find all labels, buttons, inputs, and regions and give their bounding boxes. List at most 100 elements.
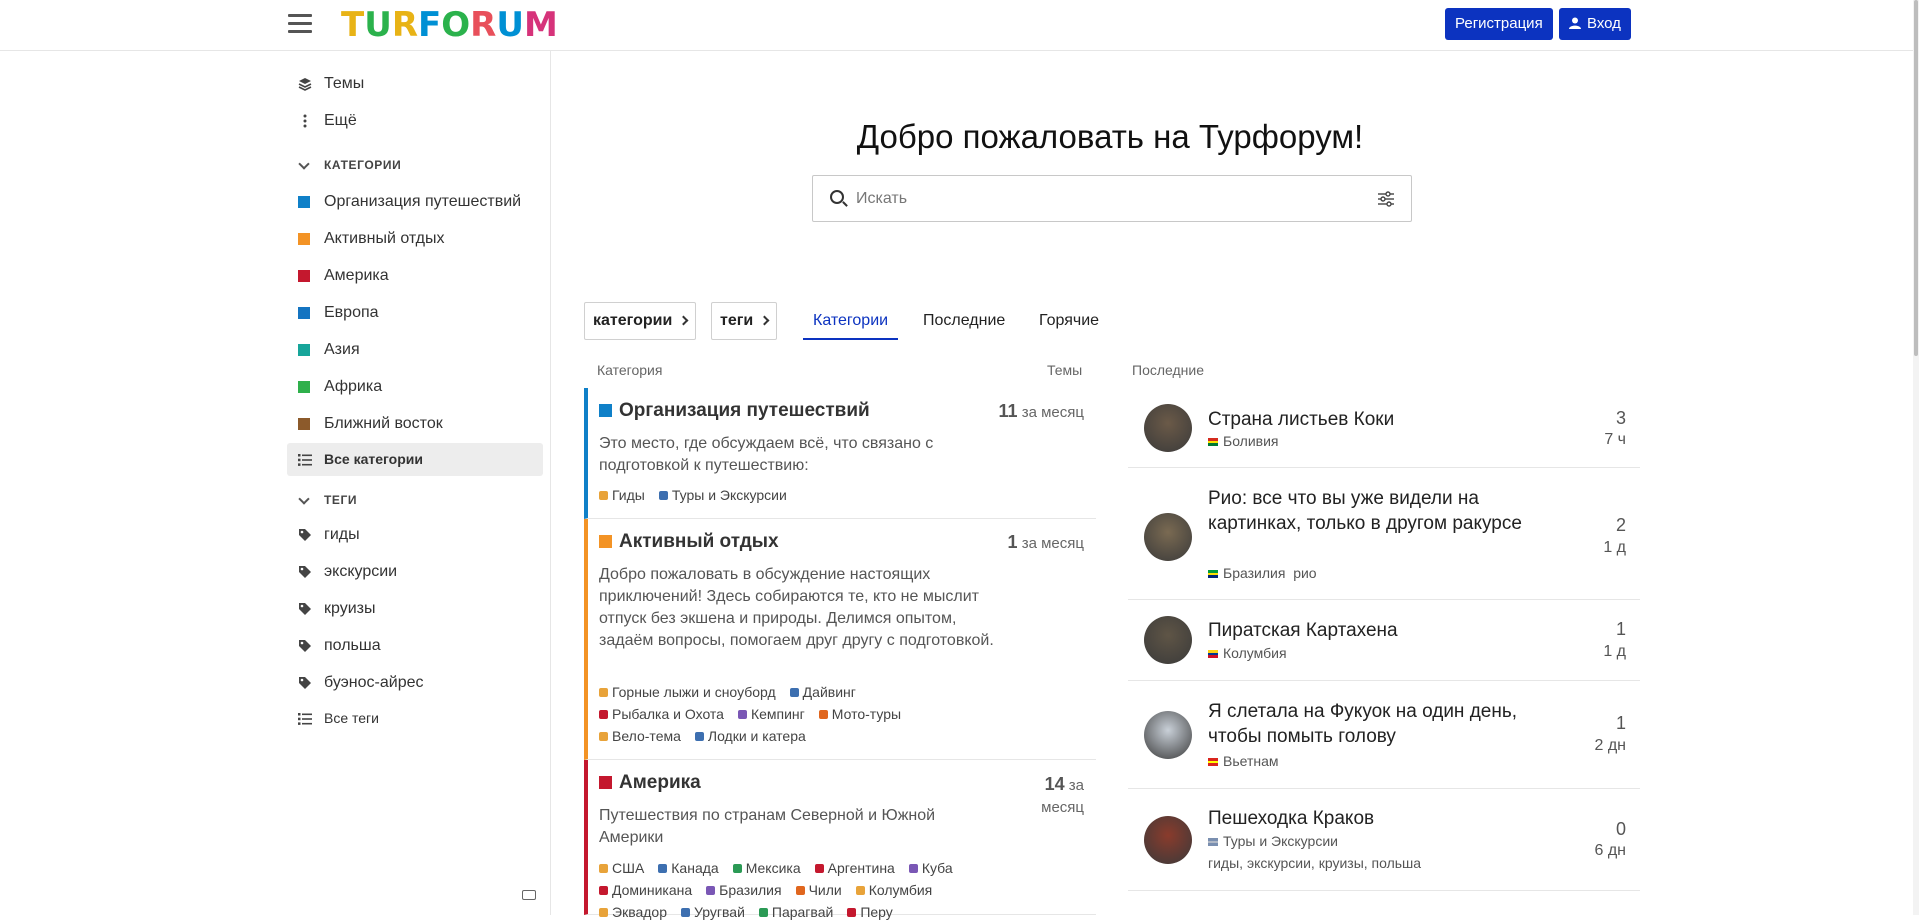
topic-tags[interactable]: гиды, экскурсии, круизы, польша (1208, 855, 1421, 871)
flag-icon (1208, 838, 1218, 846)
sidebar-item-category[interactable]: Африка (287, 370, 543, 403)
tab-hot[interactable]: Горячие (1029, 304, 1109, 340)
subcategory-line: США Канада Мексика Аргентина Куба (599, 857, 1009, 879)
page-scrollbar[interactable] (1913, 0, 1919, 915)
category-row[interactable]: Организация путешествий 11 за месяц Это ме… (584, 388, 1096, 519)
category-row[interactable]: Америка 14 за месяц Путешествия по странам… (584, 760, 1096, 920)
sidebar-item-tag[interactable]: гиды (287, 518, 543, 551)
subcategory-link[interactable]: Аргентина (814, 860, 895, 876)
topic-row[interactable]: Рио: все что вы уже видели на картинках,… (1128, 468, 1640, 600)
sidebar-item-tag[interactable]: буэнос-айрес (287, 666, 543, 699)
logo-letter: R (391, 5, 418, 45)
topic-title[interactable]: Страна листьев Коки (1208, 407, 1538, 432)
topic-tags[interactable]: рио (1293, 565, 1316, 581)
topic-title[interactable]: Пиратская Картахена (1208, 618, 1538, 643)
subcategory-link[interactable]: Канада (658, 860, 719, 876)
keyboard-icon[interactable] (522, 890, 536, 900)
subcategory-label: Чили (808, 882, 842, 898)
subcategory-link[interactable]: США (599, 860, 644, 876)
scrollbar-thumb[interactable] (1914, 0, 1918, 356)
sidebar-item-tag[interactable]: круизы (287, 592, 543, 625)
sidebar-item-category[interactable]: Азия (287, 333, 543, 366)
topic-age[interactable]: 1 д (1603, 539, 1626, 557)
sidebar-item-category[interactable]: Ближний восток (287, 407, 543, 440)
topic-title[interactable]: Рио: все что вы уже видели на картинках,… (1208, 486, 1538, 536)
topic-title[interactable]: Пешеходка Краков (1208, 806, 1538, 831)
subcategory-link[interactable]: Чили (795, 882, 842, 898)
topic-age[interactable]: 6 дн (1594, 842, 1626, 860)
subcategory-link[interactable]: Куба (908, 860, 953, 876)
sidebar-item-tag[interactable]: экскурсии (287, 555, 543, 588)
category-color-badge (298, 381, 310, 393)
search-box[interactable] (812, 175, 1412, 222)
avatar[interactable] (1144, 616, 1192, 664)
category-title[interactable]: Америка (599, 772, 701, 794)
sidebar-item-category[interactable]: Активный отдых (287, 222, 543, 255)
logo-letter: M (523, 5, 558, 45)
subcategory-link[interactable]: Туры и Экскурсии (658, 487, 787, 503)
subcategory-link[interactable]: Мото-туры (818, 706, 901, 722)
sidebar-item-category[interactable]: Америка (287, 259, 543, 292)
subcategory-link[interactable]: Перу (847, 904, 893, 920)
sidebar-item-all-categories[interactable]: Все категории (287, 443, 543, 476)
topic-age[interactable]: 7 ч (1604, 431, 1626, 449)
avatar[interactable] (1144, 513, 1192, 561)
subcategory-icon (658, 864, 668, 873)
sidebar-item-category[interactable]: Европа (287, 296, 543, 329)
tab-categories[interactable]: Категории (803, 304, 899, 340)
tags-filter-button[interactable]: теги (711, 302, 778, 340)
categories-section-toggle[interactable]: КАТЕГОРИИ (287, 153, 401, 177)
subcategory-link[interactable]: Рыбалка и Охота (599, 706, 724, 722)
category-title[interactable]: Организация путешествий (599, 400, 870, 422)
menu-icon[interactable] (288, 14, 312, 36)
filter-sliders-icon[interactable] (1378, 191, 1394, 207)
subcategory-link[interactable]: Вело-тема (599, 728, 681, 744)
tag-icon (299, 603, 311, 615)
sidebar-item-category[interactable]: Организация путешествий (287, 185, 543, 218)
site-logo[interactable]: TURFORUM (341, 5, 558, 45)
subcategory-link[interactable]: Парагвай (758, 904, 833, 920)
tags-section-toggle[interactable]: ТЕГИ (287, 488, 357, 512)
sidebar-item-more[interactable]: Ещё (287, 104, 543, 137)
search-input[interactable] (856, 186, 1356, 212)
sidebar-item-tag[interactable]: польша (287, 629, 543, 662)
category-row[interactable]: Активный отдых 1 за месяц Добро пожаловать… (584, 519, 1096, 760)
register-button[interactable]: Регистрация (1445, 8, 1553, 40)
topic-category[interactable]: Боливия (1208, 433, 1279, 449)
sidebar-item-topics[interactable]: Темы (287, 67, 543, 100)
categories-filter-button[interactable]: категории (584, 302, 697, 340)
topic-title[interactable]: Я слетала на Фукуок на один день, чтобы … (1208, 699, 1538, 749)
topic-category[interactable]: Туры и Экскурсии (1208, 833, 1338, 849)
subcategory-link[interactable]: Уругвай (681, 904, 745, 920)
login-button[interactable]: Вход (1559, 8, 1631, 40)
topic-row[interactable]: Я слетала на Фукуок на один день, чтобы … (1128, 681, 1640, 789)
category-title[interactable]: Активный отдых (599, 531, 779, 553)
subcategory-link[interactable]: Эквадор (599, 904, 667, 920)
topic-count: 14 за месяц (1034, 773, 1084, 819)
subcategory-link[interactable]: Гиды (599, 487, 645, 503)
subcategory-line: Горные лыжи и сноуборд Дайвинг (599, 681, 1009, 703)
sidebar-item-all-tags[interactable]: Все теги (287, 702, 543, 735)
subcategory-link[interactable]: Горные лыжи и сноуборд (599, 684, 776, 700)
topic-category[interactable]: Колумбия (1208, 645, 1287, 661)
avatar[interactable] (1144, 816, 1192, 864)
subcategory-link[interactable]: Колумбия (855, 882, 932, 898)
subcategory-link[interactable]: Дайвинг (789, 684, 856, 700)
avatar[interactable] (1144, 711, 1192, 759)
subcategory-link[interactable]: Лодки и катера (694, 728, 806, 744)
category-description: Это место, где обсуждаем всё, что связан… (599, 435, 934, 474)
avatar[interactable] (1144, 404, 1192, 452)
tab-latest[interactable]: Последние (913, 304, 1015, 340)
subcategory-link[interactable]: Доминикана (599, 882, 692, 898)
subcategory-link[interactable]: Кемпинг (737, 706, 805, 722)
topic-row[interactable]: Страна листьев Коки Боливия 3 7 ч (1128, 388, 1640, 468)
reply-count: 1 (1615, 619, 1626, 639)
subcategory-link[interactable]: Мексика (732, 860, 801, 876)
topic-category[interactable]: Бразилия (1208, 565, 1285, 581)
topic-row[interactable]: Пиратская Картахена Колумбия 1 1 д (1128, 600, 1640, 681)
subcategory-link[interactable]: Бразилия (706, 882, 782, 898)
topic-category[interactable]: Вьетнам (1208, 753, 1279, 769)
topic-row[interactable]: Пешеходка Краков Туры и Экскурсии гиды, эк… (1128, 789, 1640, 891)
topic-age[interactable]: 1 д (1603, 643, 1626, 661)
topic-age[interactable]: 2 дн (1594, 737, 1626, 755)
